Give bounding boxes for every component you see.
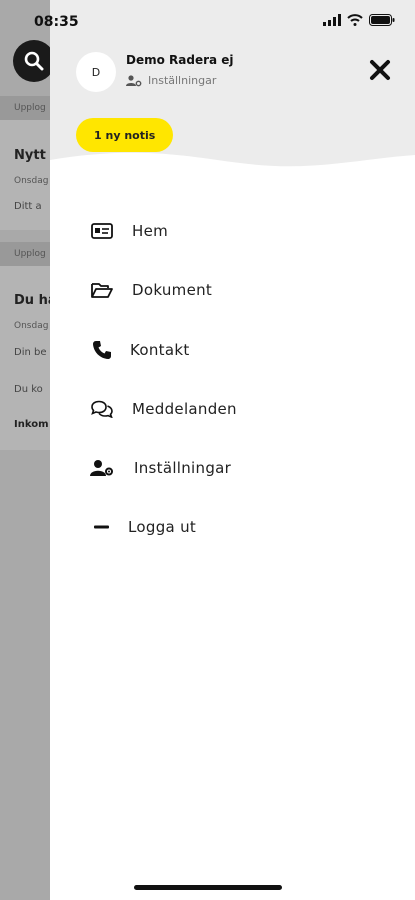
minus-icon	[90, 515, 114, 539]
user-gear-icon	[90, 456, 114, 480]
search-button	[13, 40, 55, 82]
menu-item-logga-ut[interactable]: Logga ut	[90, 507, 390, 547]
status-time: 08:35	[34, 14, 79, 30]
menu-item-label: Dokument	[132, 281, 213, 299]
phone-icon	[90, 338, 114, 362]
user-settings-label: Inställningar	[148, 74, 217, 87]
home-indicator[interactable]	[134, 885, 282, 890]
menu-item-meddelanden[interactable]: Meddelanden	[90, 389, 390, 429]
menu-item-label: Inställningar	[134, 459, 232, 477]
signal-icon	[323, 14, 341, 26]
user-name: Demo Radera ej	[126, 53, 234, 67]
menu-item-kontakt[interactable]: Kontakt	[90, 330, 390, 370]
menu-item-label: Hem	[132, 222, 169, 240]
folder-open-icon	[90, 278, 114, 302]
status-icons	[323, 14, 395, 26]
menu-item-label: Logga ut	[128, 518, 197, 536]
menu-item-dokument[interactable]: Dokument	[90, 270, 390, 310]
id-card-icon	[90, 219, 114, 243]
wifi-icon	[347, 14, 363, 26]
chat-bubbles-icon	[90, 397, 114, 421]
notification-badge[interactable]: 1 ny notis	[76, 118, 174, 152]
user-gear-icon	[126, 74, 142, 86]
status-bar: 08:35	[0, 0, 415, 44]
close-button[interactable]	[368, 58, 394, 84]
menu-item-installningar[interactable]: Inställningar	[90, 448, 390, 488]
avatar[interactable]: D	[76, 52, 116, 92]
battery-icon	[369, 14, 395, 26]
menu-item-label: Kontakt	[130, 341, 190, 359]
menu-item-hem[interactable]: Hem	[90, 211, 390, 251]
search-icon	[24, 51, 44, 71]
navigation-drawer: D Demo Radera ej Inställningar 1 ny noti…	[50, 0, 415, 900]
close-icon	[370, 60, 390, 80]
user-settings-link[interactable]: Inställningar	[126, 74, 216, 87]
menu-item-label: Meddelanden	[132, 400, 237, 418]
